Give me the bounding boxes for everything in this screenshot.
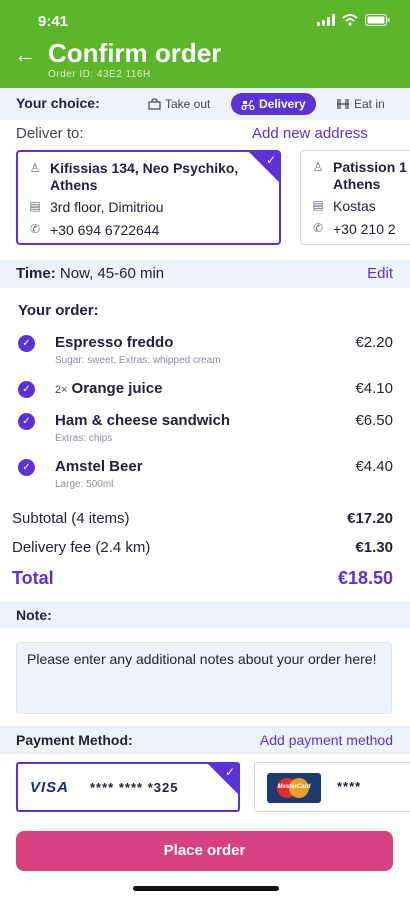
address-card-selected[interactable]: ✓ ♙ Kifissias 134, Neo Psychiko, Athens … [16, 150, 281, 245]
payment-method-label: Payment Method: [16, 732, 133, 748]
page-title: Confirm order [48, 38, 222, 68]
order-item[interactable]: ✓ Ham & cheese sandwich Extras: chips €6… [0, 412, 410, 452]
address-street: Kifissias 134, Neo Psychiko, Athens [50, 160, 239, 193]
check-circle-icon: ✓ [18, 381, 35, 398]
address-floor-line: ▤ 3rd floor, Dimitriou [28, 199, 164, 215]
person-icon: ♙ [312, 160, 324, 174]
back-arrow-icon[interactable]: ← [14, 42, 36, 68]
item-name: Ham & cheese sandwich [55, 412, 231, 429]
option-delivery[interactable]: Delivery [231, 93, 316, 115]
option-take-out[interactable]: Take out [148, 93, 210, 115]
card-number: **** **** *325 [90, 780, 179, 795]
dining-icon [337, 99, 349, 109]
option-eat-in[interactable]: Eat in [336, 93, 385, 115]
note-header-band [0, 602, 410, 628]
time-label: Time: [16, 265, 56, 282]
item-name-line: 2× Orange juice [55, 380, 162, 397]
item-extras: Sugar: sweet, Extras: whipped cream [55, 355, 221, 366]
check-circle-icon: ✓ [18, 413, 35, 430]
address-phone: +30 694 6722644 [50, 222, 160, 238]
time-row: Time: Now, 45-60 min Edit [0, 260, 410, 288]
item-price: €6.50 [355, 412, 393, 429]
address-street: Patission 1 Athens [333, 159, 407, 192]
order-type-selector: Your choice: Take out Delivery Eat in [0, 88, 410, 120]
person-icon: ♙ [29, 161, 41, 175]
item-name: Orange juice [71, 380, 163, 397]
option-delivery-label: Delivery [259, 97, 306, 111]
delivery-fee-label: Delivery fee (2.4 km) [12, 539, 151, 556]
deliver-to-label: Deliver to: [16, 125, 84, 142]
signal-icon [317, 14, 335, 26]
check-circle-icon: ✓ [18, 459, 35, 476]
delivery-fee-row: Delivery fee (2.4 km) €1.30 [0, 539, 410, 561]
wifi-icon [342, 14, 358, 26]
option-take-out-label: Take out [165, 97, 211, 111]
subtotal-row: Subtotal (4 items) €17.20 [0, 510, 410, 532]
item-quantity: 2× [55, 384, 68, 396]
mastercard-text: MasterCard [277, 784, 311, 790]
visa-logo: VISA [30, 779, 70, 796]
item-price: €4.10 [355, 380, 393, 397]
address-floor: Kostas [333, 198, 376, 214]
order-id: Order ID: 43E2 116H [48, 69, 151, 80]
add-address-link[interactable]: Add new address [252, 125, 368, 142]
time-display: Time: Now, 45-60 min [16, 265, 164, 282]
note-section: Note: Please enter any additional notes … [0, 602, 410, 724]
building-icon: ▤ [312, 198, 324, 212]
edit-time-link[interactable]: Edit [367, 265, 393, 282]
item-name: Amstel Beer [55, 458, 143, 475]
item-price: €4.40 [355, 458, 393, 475]
check-circle-icon: ✓ [18, 335, 35, 352]
delivery-fee-value: €1.30 [355, 539, 393, 556]
add-payment-link[interactable]: Add payment method [260, 732, 393, 748]
address-floor-line: ▤ Kostas [311, 198, 376, 214]
item-price: €2.20 [355, 334, 393, 351]
note-input[interactable]: Please enter any additional notes about … [16, 642, 392, 714]
phone-icon: ✆ [29, 222, 41, 236]
item-name: Espresso freddo [55, 334, 174, 351]
app-header: 9:41 ← Confirm order Order ID: 43E2 116H [0, 0, 410, 88]
check-icon: ✓ [224, 765, 235, 779]
item-extras: Large: 500ml [55, 479, 114, 490]
bag-icon [148, 98, 161, 110]
phone-icon: ✆ [312, 221, 324, 235]
home-indicator [133, 886, 279, 891]
subtotal-value: €17.20 [347, 510, 393, 527]
status-bar: 9:41 [0, 0, 410, 40]
note-label: Note: [16, 607, 52, 623]
building-icon: ▤ [29, 199, 41, 213]
address-phone-line: ✆ +30 210 2 [311, 221, 396, 237]
address-card[interactable]: ♙ Patission 1 Athens ▤ Kostas ✆ +30 210 … [300, 150, 410, 245]
order-item[interactable]: ✓ Amstel Beer Large: 500ml €4.40 [0, 458, 410, 498]
status-time: 9:41 [38, 13, 69, 30]
address-phone-line: ✆ +30 694 6722644 [28, 222, 159, 238]
status-icons [317, 14, 390, 26]
mastercard-logo: MasterCard [267, 773, 321, 803]
address-floor: 3rd floor, Dimitriou [50, 199, 164, 215]
total-value: €18.50 [337, 568, 393, 588]
place-order-button[interactable]: Place order [16, 831, 393, 871]
address-phone: +30 210 2 [333, 221, 396, 237]
payment-card-selected[interactable]: ✓ VISA **** **** *325 [16, 762, 240, 812]
order-item[interactable]: ✓ Espresso freddo Sugar: sweet, Extras: … [0, 334, 410, 374]
subtotal-label: Subtotal (4 items) [12, 510, 130, 527]
card-number: **** [337, 779, 362, 794]
address-street-line: ♙ Kifissias 134, Neo Psychiko, Athens [28, 160, 250, 194]
payment-card[interactable]: MasterCard **** [254, 762, 410, 812]
choice-label: Your choice: [16, 95, 100, 111]
check-icon: ✓ [265, 153, 276, 167]
option-eat-in-label: Eat in [354, 97, 385, 111]
time-value: Now, 45-60 min [59, 265, 165, 282]
total-label: Total [12, 568, 54, 588]
order-heading: Your order: [18, 302, 99, 319]
item-extras: Extras: chips [55, 433, 113, 444]
battery-icon [365, 14, 390, 26]
address-street-line: ♙ Patission 1 Athens [311, 159, 410, 193]
scooter-icon [241, 99, 255, 110]
